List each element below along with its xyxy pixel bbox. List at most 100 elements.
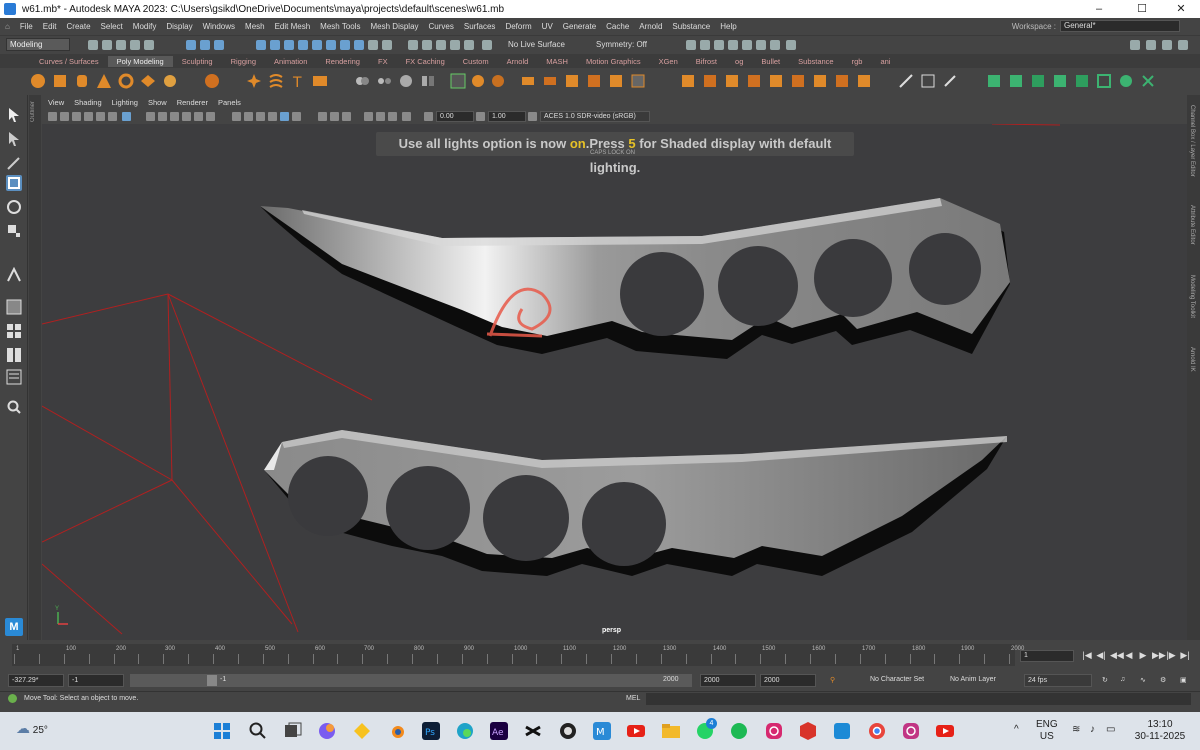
menuset-dropdown[interactable]: Modeling [6, 38, 70, 51]
maya-taskbar-icon[interactable]: M [592, 721, 612, 741]
menu-mesh[interactable]: Mesh [240, 22, 270, 31]
mash-distribute-icon[interactable] [1008, 73, 1024, 89]
kunai-blade-upper[interactable] [260, 198, 1010, 359]
current-frame-field[interactable]: 1 [1020, 650, 1074, 662]
menu-arnold[interactable]: Arnold [634, 22, 667, 31]
youtube-icon-2[interactable] [935, 721, 955, 741]
safe-title-icon[interactable] [206, 112, 215, 121]
isolate-select-icon[interactable] [364, 112, 373, 121]
battery-icon[interactable]: ▭ [1106, 724, 1115, 736]
layout-two-icon[interactable] [714, 40, 724, 50]
image-plane-icon[interactable] [84, 112, 93, 121]
play-forward-button[interactable]: ▶ [1138, 650, 1148, 660]
mash-signal-icon[interactable] [1074, 73, 1090, 89]
shelf-tab-fx-caching[interactable]: FX Caching [397, 56, 454, 67]
camera-select-icon[interactable] [48, 112, 57, 121]
menu-file[interactable]: File [15, 22, 38, 31]
shelf-tab-fx[interactable]: FX [369, 56, 397, 67]
app-icon-blue[interactable] [832, 721, 852, 741]
select-hierarchy-icon[interactable] [186, 40, 196, 50]
edge-icon[interactable] [455, 721, 475, 741]
mirror-icon[interactable] [420, 73, 436, 89]
menu-deform[interactable]: Deform [500, 22, 536, 31]
attribute-editor-tab[interactable]: Attribute Editor [1189, 205, 1195, 245]
shelf-tab-bullet[interactable]: Bullet [752, 56, 789, 67]
smooth-icon[interactable] [398, 73, 414, 89]
open-scene-icon[interactable] [102, 40, 112, 50]
xray-components-icon[interactable] [402, 112, 411, 121]
resolution-gate-icon[interactable] [158, 112, 167, 121]
workspace-dropdown[interactable]: General* [1060, 20, 1180, 32]
command-input[interactable] [646, 693, 1191, 705]
automatic-uv-icon[interactable] [680, 73, 696, 89]
motion-blur-icon[interactable] [330, 112, 339, 121]
separate-icon[interactable] [376, 73, 392, 89]
uv-layout-icon[interactable] [812, 73, 828, 89]
shelf-tab-ani[interactable]: ani [871, 56, 899, 67]
view-transform-icon[interactable] [528, 112, 537, 121]
language-indicator[interactable]: ENG US [1036, 719, 1058, 743]
menu-windows[interactable]: Windows [198, 22, 240, 31]
task-view-icon[interactable] [283, 721, 303, 741]
playback-start-field[interactable]: -1 [68, 674, 124, 687]
auto-key-icon[interactable]: ⚲ [830, 676, 835, 684]
mash-scatter-icon[interactable] [1118, 73, 1134, 89]
select-tool-icon[interactable] [6, 107, 22, 123]
animation-preferences-icon[interactable]: ⚙ [1160, 676, 1166, 684]
redo-icon[interactable] [144, 40, 154, 50]
step-forward-frame-button[interactable]: ▶▶ [1152, 650, 1166, 660]
layout-uv-icon[interactable] [770, 40, 780, 50]
four-view-layout-icon[interactable] [6, 323, 22, 339]
symmetry-dropdown[interactable]: Symmetry: Off [596, 40, 647, 49]
ipr-render-icon[interactable] [422, 40, 432, 50]
contour-uv-icon[interactable] [790, 73, 806, 89]
append-icon[interactable] [520, 73, 536, 89]
mash-repro-icon[interactable] [1030, 73, 1046, 89]
shelf-tab-motion-graphics[interactable]: Motion Graphics [577, 56, 650, 67]
grid-toggle-icon[interactable] [122, 112, 131, 121]
textured-icon[interactable] [268, 112, 277, 121]
xray-joints-icon[interactable] [388, 112, 397, 121]
minimize-button[interactable]: – [1082, 0, 1116, 18]
mash-tools-icon[interactable] [1140, 73, 1156, 89]
uv-unfold-icon[interactable] [856, 73, 872, 89]
tray-overflow-icon[interactable]: ^ [1014, 724, 1019, 736]
select-component-icon[interactable] [214, 40, 224, 50]
magnet-icon[interactable] [482, 40, 492, 50]
substance-icon[interactable] [798, 721, 818, 741]
menu-mesh-display[interactable]: Mesh Display [366, 22, 424, 31]
edit-pencil-icon[interactable] [942, 73, 958, 89]
gamma-icon[interactable] [476, 112, 485, 121]
mash-random-icon[interactable] [1052, 73, 1068, 89]
shelf-tab-poly-modeling[interactable]: Poly Modeling [107, 55, 173, 67]
menu-edit[interactable]: Edit [38, 22, 62, 31]
animation-end-field[interactable]: 2000 [760, 674, 816, 687]
perspective-viewport[interactable]: Y Use all lights option is now on.Press … [42, 124, 1187, 640]
viewport-canvas[interactable]: Y [42, 124, 1187, 640]
playback-end-field[interactable]: 2000 [700, 674, 756, 687]
snap-grid-icon[interactable] [256, 40, 266, 50]
go-to-start-button[interactable]: |◀ [1082, 650, 1092, 660]
copilot-icon[interactable] [317, 721, 337, 741]
instagram-icon-2[interactable] [901, 721, 921, 741]
fill-hole-icon[interactable] [542, 73, 558, 89]
go-to-end-button[interactable]: ▶| [1180, 650, 1190, 660]
windows-start-icon[interactable] [212, 721, 232, 741]
menu-create[interactable]: Create [62, 22, 96, 31]
snap-live-icon[interactable] [340, 40, 350, 50]
anti-aliasing-icon[interactable] [342, 112, 351, 121]
range-handle[interactable] [207, 675, 217, 686]
safe-action-icon[interactable] [194, 112, 203, 121]
menu-icon-home[interactable]: ⌂ [0, 22, 15, 31]
poly-torus-icon[interactable] [118, 73, 134, 89]
attribute-editor-icon[interactable] [1146, 40, 1156, 50]
move-tool-icon[interactable] [6, 175, 22, 191]
menu-generate[interactable]: Generate [558, 22, 601, 31]
clock[interactable]: 13:10 30-11-2025 [1130, 719, 1190, 743]
grease-pencil-icon[interactable] [108, 112, 117, 121]
multi-cut-icon[interactable] [564, 73, 580, 89]
planar-uv-icon[interactable] [702, 73, 718, 89]
range-slider-bar[interactable]: -1 2000 [130, 674, 692, 687]
panel-menu-view[interactable]: View [48, 98, 64, 110]
youtube-icon[interactable] [626, 721, 646, 741]
